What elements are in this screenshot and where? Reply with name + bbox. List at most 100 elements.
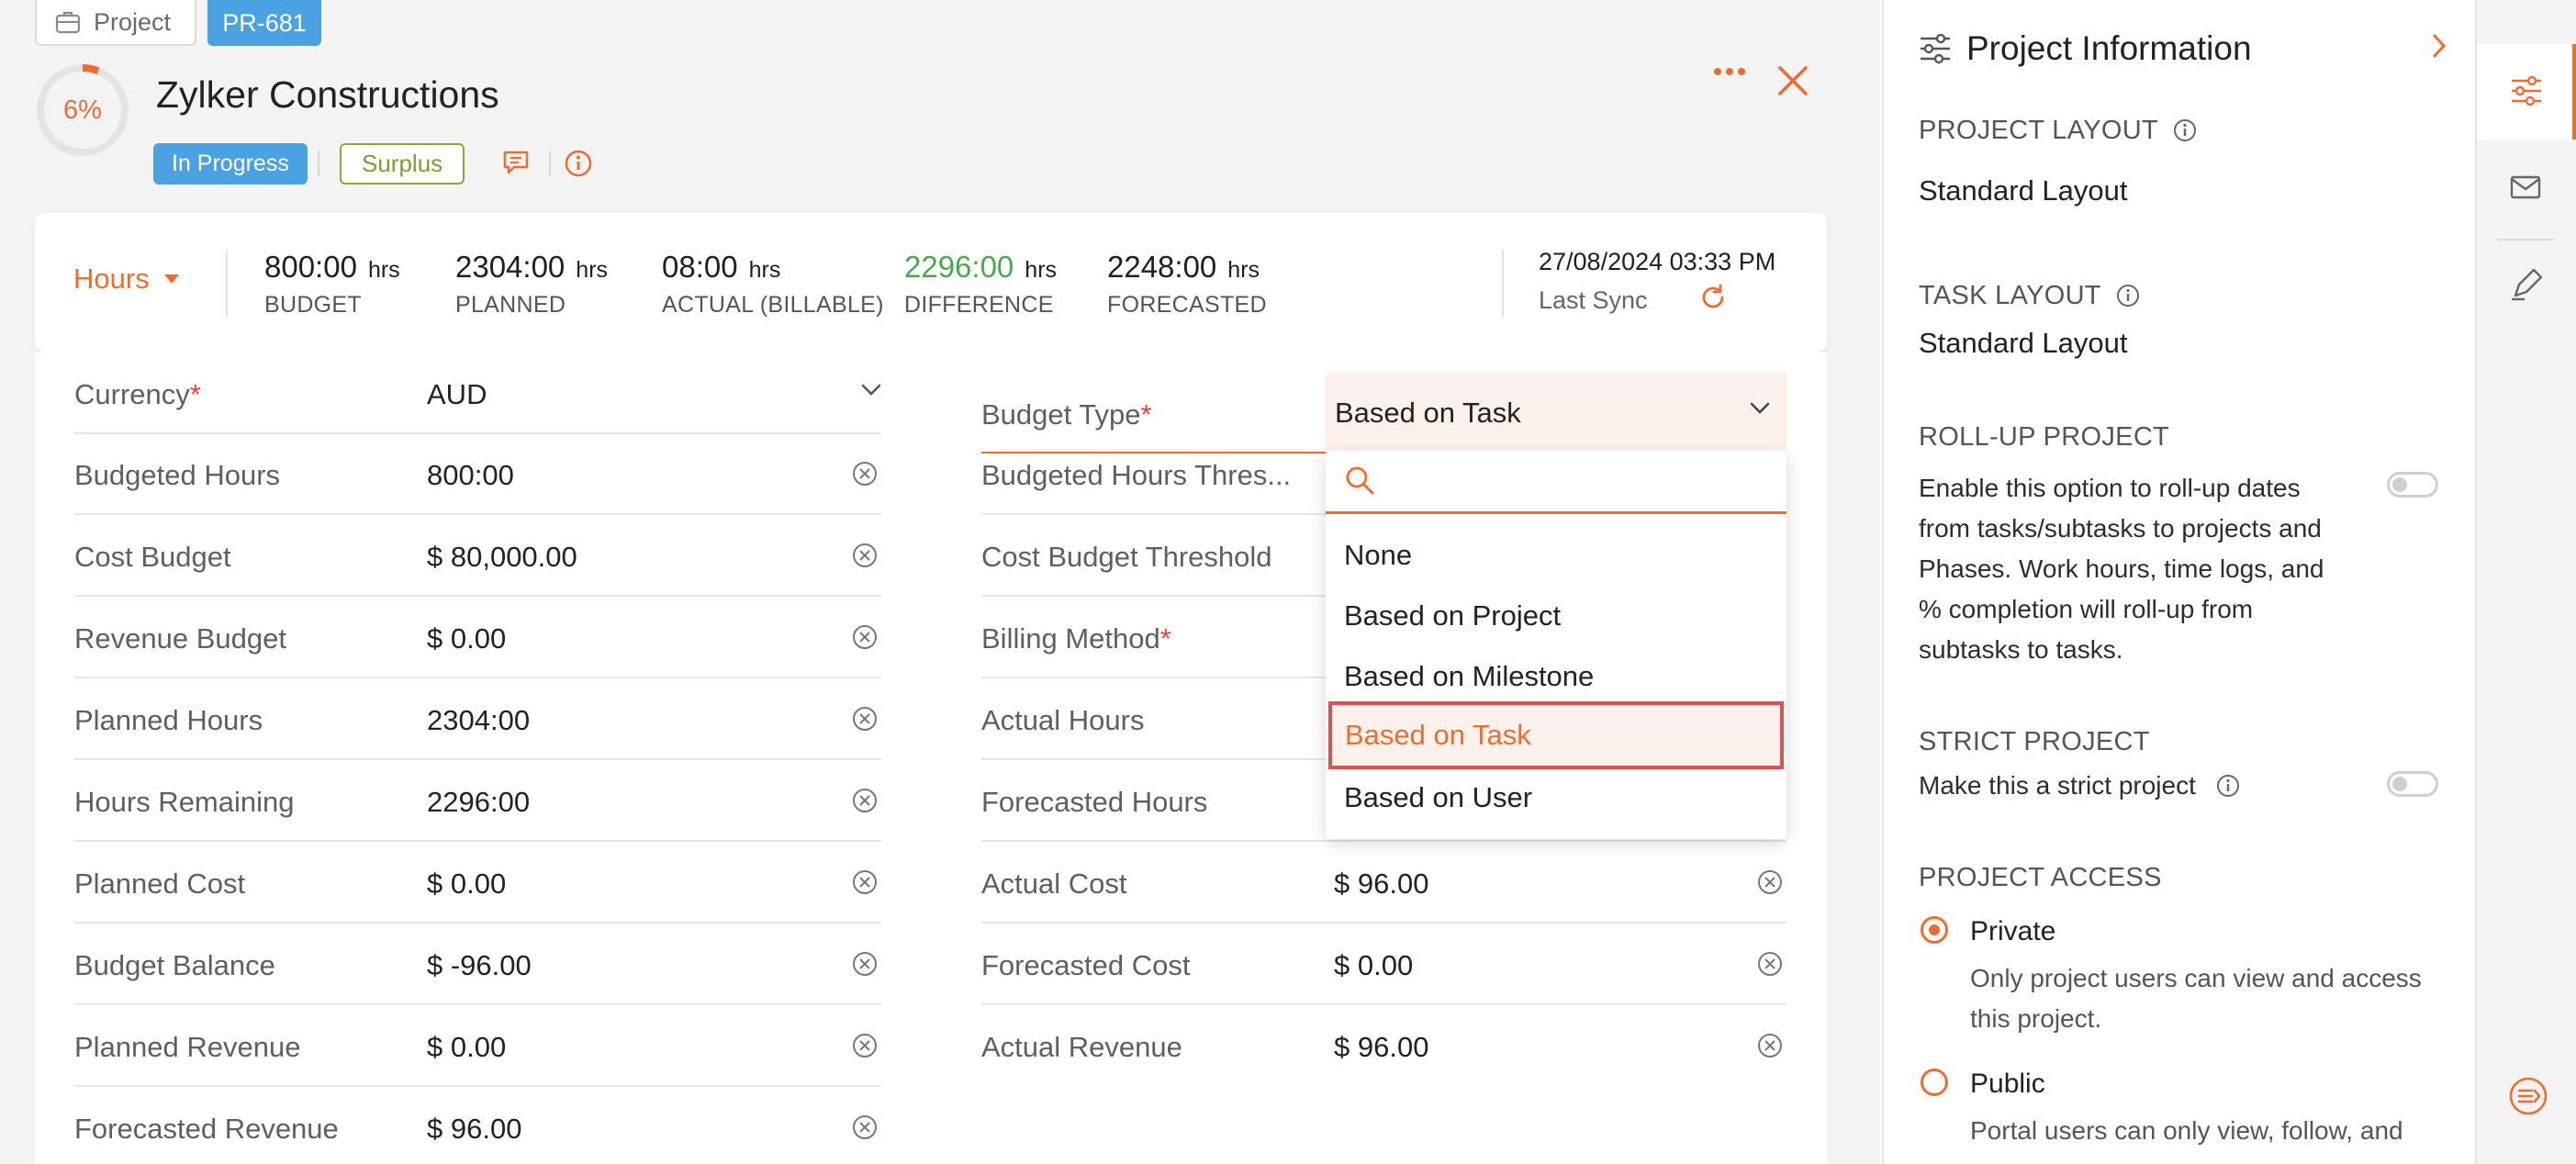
clear-icon[interactable]: [852, 869, 878, 895]
required-mark: *: [1159, 622, 1171, 655]
breadcrumb-project[interactable]: Project: [35, 0, 196, 46]
metric-value: 2304:00: [455, 250, 566, 284]
clear-button[interactable]: [852, 869, 878, 900]
chevron-down-icon[interactable]: [861, 384, 881, 397]
private-radio[interactable]: [1921, 916, 1948, 944]
clear-button[interactable]: [852, 788, 878, 818]
required-mark: *: [1140, 398, 1152, 431]
info-icon[interactable]: [2173, 118, 2197, 142]
project-id: PR-681: [222, 8, 307, 37]
clear-icon[interactable]: [1757, 951, 1783, 977]
clear-button[interactable]: [852, 1114, 878, 1145]
clear-button[interactable]: [852, 461, 878, 491]
clear-icon[interactable]: [1757, 1033, 1783, 1058]
progress-percent: 6%: [63, 95, 102, 125]
rollup-toggle[interactable]: [2387, 472, 2438, 498]
dropdown-search-input[interactable]: [1390, 463, 1766, 503]
clear-icon[interactable]: [852, 624, 878, 650]
public-radio[interactable]: [1921, 1069, 1948, 1096]
status-badge[interactable]: In Progress: [153, 143, 308, 185]
chevron-down-icon[interactable]: [1750, 402, 1770, 415]
form-field[interactable]: Actual Revenue $ 96.00: [981, 1005, 1786, 1087]
clear-icon[interactable]: [852, 706, 878, 732]
form-field[interactable]: Budget Balance $ -96.00: [74, 923, 881, 1005]
clear-icon[interactable]: [852, 1114, 878, 1140]
field-value: $ 0.00: [427, 867, 507, 900]
clear-button[interactable]: [852, 706, 878, 736]
budget-type-dropdown: None Based on Project Based on Milestone…: [1326, 452, 1786, 839]
metric-label: DIFFERENCE: [904, 292, 1054, 318]
form-field[interactable]: Planned Cost $ 0.00: [74, 842, 881, 923]
close-icon[interactable]: [1776, 64, 1809, 97]
collapse-menu-icon[interactable]: [2508, 1076, 2548, 1116]
dropdown-option[interactable]: Based on User: [1326, 767, 1786, 828]
strict-toggle[interactable]: [2387, 771, 2438, 797]
clear-icon[interactable]: [852, 788, 878, 813]
task-layout-value[interactable]: Standard Layout: [1919, 327, 2128, 360]
clear-button[interactable]: [1757, 869, 1783, 900]
chevron-right-icon[interactable]: [2431, 33, 2447, 59]
project-id-badge[interactable]: PR-681: [207, 0, 321, 46]
project-layout-heading: PROJECT LAYOUT: [1919, 116, 2197, 146]
summary-card: Hours 800:00 hrs BUDGET 2304:00 hrs PLANNE…: [35, 213, 1827, 353]
form-field[interactable]: Budgeted Hours 800:00: [74, 433, 881, 515]
clear-icon[interactable]: [852, 461, 878, 487]
form-field[interactable]: Planned Revenue $ 0.00: [74, 1005, 881, 1087]
field-label: Planned Revenue: [74, 1031, 301, 1063]
active-indicator: [2572, 44, 2576, 140]
private-description: Only project users can view and access t…: [1970, 964, 2422, 1033]
dropdown-option-selected[interactable]: Based on Task: [1328, 701, 1784, 769]
field-label: Budgeted Hours: [74, 459, 281, 491]
comment-icon[interactable]: [501, 149, 531, 176]
edit-pen-icon[interactable]: [2510, 268, 2543, 301]
form-field[interactable]: Forecasted Cost $ 0.00: [981, 923, 1786, 1005]
project-layout-value[interactable]: Standard Layout: [1919, 174, 2128, 207]
strict-heading: STRICT PROJECT: [1919, 727, 2150, 756]
form-field[interactable]: Actual Cost $ 96.00: [981, 842, 1786, 923]
divider: [2497, 239, 2554, 241]
info-icon[interactable]: [2216, 774, 2240, 798]
field-value: $ -96.00: [427, 949, 532, 981]
field-label: Actual Cost: [981, 867, 1127, 900]
clear-icon[interactable]: [852, 543, 878, 568]
field-currency[interactable]: Currency* AUD: [74, 353, 881, 434]
clear-icon[interactable]: [852, 951, 878, 977]
clear-icon[interactable]: [852, 1033, 878, 1058]
metric-label: BUDGET: [264, 292, 362, 318]
filter-settings-icon[interactable]: [2510, 75, 2543, 106]
last-sync-label: Last Sync: [1539, 286, 1648, 314]
clear-button[interactable]: [852, 1033, 878, 1063]
required-mark: *: [189, 378, 201, 410]
form-field[interactable]: Cost Budget $ 80,000.00: [74, 515, 881, 597]
metric-label: PLANNED: [455, 292, 566, 318]
dropdown-option[interactable]: Based on Milestone: [1326, 646, 1786, 707]
clear-button[interactable]: [852, 543, 878, 573]
more-options-icon[interactable]: [1713, 66, 1746, 77]
clear-icon[interactable]: [1757, 869, 1783, 895]
clear-button[interactable]: [852, 624, 878, 655]
dropdown-option[interactable]: Based on Project: [1326, 586, 1786, 646]
form-field[interactable]: Planned Hours 2304:00: [74, 678, 881, 760]
refresh-icon[interactable]: [1698, 283, 1728, 312]
mail-icon[interactable]: [2510, 174, 2541, 200]
field-value: $ 96.00: [427, 1113, 522, 1145]
form-field[interactable]: Forecasted Revenue $ 96.00: [74, 1087, 881, 1164]
info-icon[interactable]: [564, 149, 593, 178]
metric-label: FORECASTED: [1107, 292, 1267, 318]
dropdown-option[interactable]: None: [1326, 525, 1786, 586]
hours-dropdown-label: Hours: [73, 263, 150, 295]
clear-button[interactable]: [852, 951, 878, 981]
info-icon[interactable]: [2116, 284, 2140, 308]
dropdown-search: [1326, 452, 1786, 514]
field-value: $ 96.00: [1334, 867, 1429, 900]
hours-dropdown[interactable]: Hours: [73, 263, 179, 296]
clear-button[interactable]: [1757, 951, 1783, 981]
last-sync-time: 27/08/2024 03:33 PM: [1539, 248, 1776, 275]
divider: [1502, 250, 1504, 318]
form-field[interactable]: Revenue Budget $ 0.00: [74, 597, 881, 678]
side-rail: [2475, 0, 2576, 1164]
form-field[interactable]: Hours Remaining 2296:00: [74, 760, 881, 842]
task-layout-heading: TASK LAYOUT: [1919, 281, 2140, 311]
field-value: AUD: [427, 378, 487, 410]
clear-button[interactable]: [1757, 1033, 1783, 1063]
